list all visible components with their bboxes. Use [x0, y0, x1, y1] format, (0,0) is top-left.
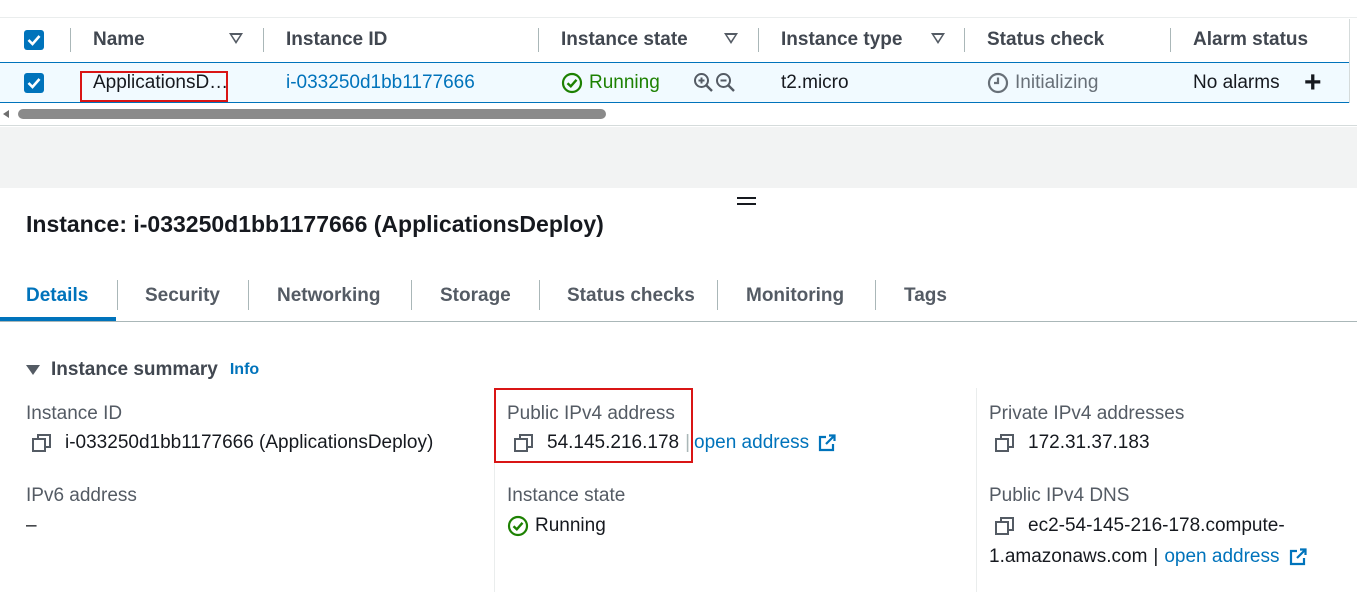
- external-link-icon[interactable]: [1288, 547, 1308, 567]
- table-right-border: [1349, 19, 1350, 103]
- tab-status-checks[interactable]: Status checks: [567, 270, 695, 322]
- horizontal-scrollbar[interactable]: [0, 104, 1357, 126]
- instance-state-cell: Running: [561, 63, 660, 102]
- section-title: Instance summary: [51, 359, 218, 380]
- select-all-checkbox[interactable]: [24, 19, 44, 61]
- drag-handle-icon[interactable]: [737, 197, 756, 207]
- instance-id-value: i-033250d1bb1177666 (ApplicationsDeploy): [31, 432, 433, 454]
- table-top-strip: [0, 0, 1357, 18]
- zoom-in-icon[interactable]: [693, 72, 714, 93]
- instance-state-value: Running: [507, 515, 606, 537]
- instance-type-cell: t2.micro: [781, 71, 849, 93]
- copy-icon[interactable]: [31, 432, 53, 454]
- public-ipv4-highlight: [494, 388, 693, 463]
- instance-summary-header[interactable]: Instance summary Info: [26, 357, 259, 383]
- copy-icon[interactable]: [994, 515, 1016, 537]
- instance-id-text: i-033250d1bb1177666 (ApplicationsDeploy): [65, 432, 434, 453]
- public-dns-value-line1: ec2-54-145-216-178.compute-: [994, 515, 1285, 537]
- checkbox-checked-icon: [24, 30, 44, 50]
- ipv6-value: –: [26, 515, 37, 536]
- instance-state-text: Running: [535, 515, 606, 536]
- detail-tabs: Details Security Networking Storage Stat…: [0, 270, 1357, 322]
- tab-monitoring[interactable]: Monitoring: [746, 270, 844, 322]
- alarm-status-cell: No alarms: [1193, 71, 1280, 93]
- tab-tags[interactable]: Tags: [904, 270, 947, 322]
- public-dns-label: Public IPv4 DNS: [989, 485, 1130, 506]
- checkbox-checked-icon: [24, 72, 44, 93]
- ipv6-label: IPv6 address: [26, 485, 137, 506]
- active-tab-indicator: [0, 317, 116, 321]
- tab-security[interactable]: Security: [145, 270, 220, 322]
- external-link-icon[interactable]: [817, 433, 837, 453]
- table-header-row: Name Instance ID Instance state Instance…: [0, 19, 1349, 61]
- column-divider: [976, 388, 977, 592]
- instance-state-label: Instance state: [507, 485, 626, 506]
- page-title: Instance: i-033250d1bb1177666 (Applicati…: [26, 211, 604, 237]
- row-checkbox[interactable]: [24, 63, 44, 102]
- public-dns-value-line2: 1.amazonaws.com | open address: [989, 546, 1308, 568]
- open-address-link[interactable]: open address: [1164, 546, 1279, 568]
- running-check-icon: [561, 72, 583, 93]
- scroll-left-arrow-icon[interactable]: [3, 110, 9, 118]
- open-address-link[interactable]: open address: [694, 432, 809, 454]
- private-ipv4-label: Private IPv4 addresses: [989, 403, 1185, 424]
- caret-down-icon: [26, 365, 40, 375]
- column-header-alarm-status[interactable]: Alarm status: [1193, 19, 1308, 61]
- status-check-text: Initializing: [1015, 71, 1099, 93]
- sort-icon[interactable]: [931, 33, 945, 44]
- tab-storage[interactable]: Storage: [440, 270, 511, 322]
- plus-icon[interactable]: +: [1304, 63, 1322, 102]
- clock-icon: [987, 72, 1009, 93]
- public-dns-text-line1: ec2-54-145-216-178.compute-: [1028, 515, 1285, 536]
- zoom-controls: [693, 63, 736, 102]
- sort-icon[interactable]: [724, 33, 738, 44]
- private-ipv4-text: 172.31.37.183: [1028, 432, 1150, 453]
- instance-id-link[interactable]: i-033250d1bb1177666: [286, 63, 475, 102]
- split-panel-gap: [0, 127, 1357, 188]
- running-check-icon: [507, 515, 529, 537]
- sort-icon[interactable]: [229, 33, 243, 44]
- copy-icon[interactable]: [994, 432, 1016, 454]
- zoom-out-icon[interactable]: [715, 72, 736, 93]
- name-cell-highlight: [80, 71, 228, 102]
- instances-table: Name Instance ID Instance state Instance…: [0, 0, 1357, 127]
- public-dns-text-line2: 1.amazonaws.com: [989, 546, 1148, 567]
- separator: |: [1153, 546, 1159, 567]
- instance-state-text: Running: [589, 71, 660, 93]
- status-check-cell: Initializing: [987, 63, 1098, 102]
- column-header-status-check[interactable]: Status check: [987, 19, 1104, 61]
- scrollbar-thumb[interactable]: [18, 109, 606, 119]
- tab-details[interactable]: Details: [26, 270, 88, 322]
- tab-networking[interactable]: Networking: [277, 270, 380, 322]
- column-header-instance-id[interactable]: Instance ID: [286, 19, 387, 61]
- column-header-instance-state[interactable]: Instance state: [561, 19, 688, 61]
- private-ipv4-value: 172.31.37.183: [994, 432, 1150, 454]
- column-header-name[interactable]: Name: [93, 19, 145, 61]
- column-header-instance-type[interactable]: Instance type: [781, 19, 902, 61]
- instance-id-label: Instance ID: [26, 403, 123, 424]
- info-link[interactable]: Info: [230, 361, 259, 379]
